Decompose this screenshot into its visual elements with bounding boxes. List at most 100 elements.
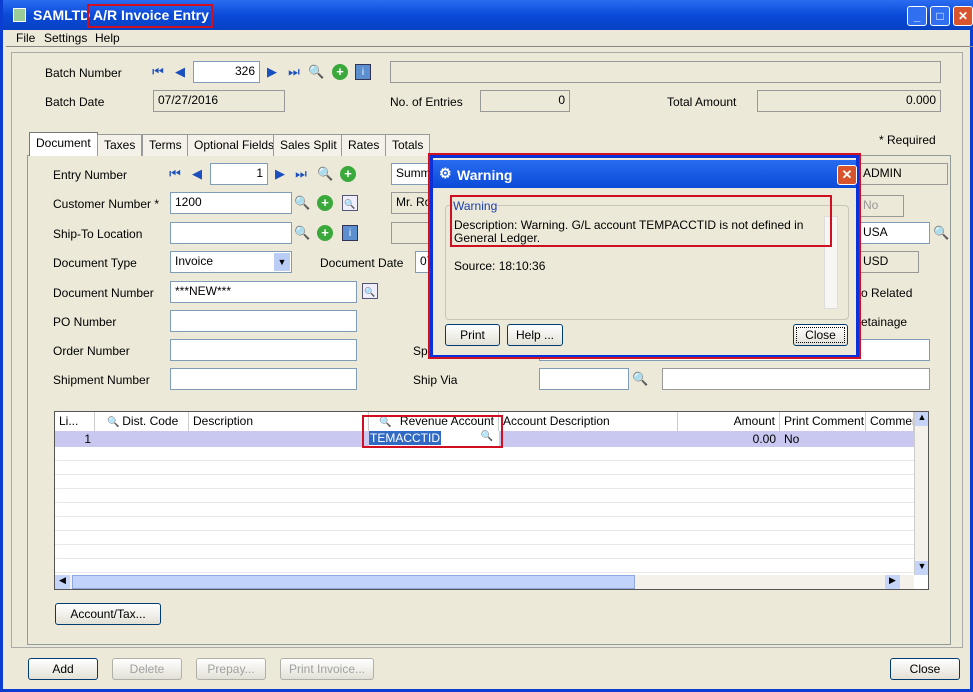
add-icon[interactable]: + <box>317 195 333 211</box>
maximize-button[interactable]: □ <box>930 6 950 26</box>
po-number-input[interactable] <box>170 310 357 332</box>
retainage-label[interactable]: etainage <box>861 315 907 329</box>
tab-document[interactable]: Document <box>29 132 98 156</box>
country-field[interactable]: USA <box>858 222 930 244</box>
close-button[interactable]: Close <box>890 658 960 680</box>
col-description[interactable]: Description <box>189 412 369 431</box>
total-amount-label: Total Amount <box>667 95 737 109</box>
title-bar: SAMLTD - A/R Invoice Entry _ □ ✕ <box>3 0 973 30</box>
col-amount[interactable]: Amount <box>678 412 780 431</box>
batch-number-input[interactable]: 326 <box>193 61 260 83</box>
last-icon[interactable]: ⏭ <box>286 64 302 80</box>
ship-to-input[interactable] <box>170 222 292 244</box>
batch-date-field: 07/27/2016 <box>153 90 285 112</box>
close-window-button[interactable]: ✕ <box>953 6 973 26</box>
tab-rates[interactable]: Rates <box>341 134 387 156</box>
order-number-input[interactable] <box>170 339 357 361</box>
first-icon[interactable]: ⏮ <box>167 166 183 182</box>
next-icon[interactable]: ▶ <box>272 166 288 182</box>
col-dist-code-label: Dist. Code <box>122 414 179 428</box>
shipment-number-input[interactable] <box>170 368 357 390</box>
customer-number-input[interactable]: 1200 <box>170 192 292 214</box>
tab-sales-split[interactable]: Sales Split <box>273 134 344 156</box>
tab-taxes[interactable]: Taxes <box>97 134 143 156</box>
col-line[interactable]: Li... <box>55 412 95 431</box>
add-icon[interactable]: + <box>317 225 333 241</box>
search-icon[interactable]: 🔍 <box>317 166 333 182</box>
search-icon[interactable]: 🔍 <box>632 371 648 387</box>
account-tax-button[interactable]: Account/Tax... <box>55 603 161 625</box>
shipment-number-label: Shipment Number <box>53 373 150 387</box>
details-icon[interactable]: i <box>355 64 371 80</box>
tab-optional-fields[interactable]: Optional Fields <box>187 134 282 156</box>
search-icon[interactable]: 🔍 <box>294 195 310 211</box>
entries-field: 0 <box>480 90 570 112</box>
details-icon[interactable]: i <box>342 225 358 241</box>
app-icon <box>13 8 26 22</box>
document-number-input[interactable]: ***NEW*** <box>170 281 357 303</box>
tab-totals[interactable]: Totals <box>385 134 431 156</box>
last-icon[interactable]: ⏭ <box>293 166 309 182</box>
search-icon: 🔍 <box>107 417 123 428</box>
document-date-label: Document Date <box>320 256 404 270</box>
menu-help[interactable]: Help <box>95 31 120 45</box>
scroll-up-icon[interactable]: ▲ <box>915 412 928 426</box>
search-icon[interactable]: 🔍 <box>294 225 310 241</box>
po-number-label: PO Number <box>53 315 117 329</box>
document-type-value: Invoice <box>175 254 214 268</box>
col-dist-code[interactable]: 🔍 Dist. Code <box>95 412 189 431</box>
zoom-icon[interactable]: 🔍 <box>342 195 358 211</box>
document-number-label: Document Number <box>53 286 154 300</box>
menu-settings[interactable]: Settings <box>44 31 87 45</box>
add-icon[interactable]: + <box>340 166 356 182</box>
menu-bar: File Settings Help <box>6 30 973 47</box>
vertical-scrollbar[interactable]: ▲ ▼ <box>914 412 928 575</box>
minimize-button[interactable]: _ <box>907 6 927 26</box>
order-number-label: Order Number <box>53 344 130 358</box>
batch-date-label: Batch Date <box>45 95 105 109</box>
entry-number-input[interactable]: 1 <box>210 163 268 185</box>
prepay-button[interactable]: Prepay... <box>196 658 266 680</box>
cell-print-comment: No <box>784 432 800 446</box>
required-note: * Required <box>879 133 936 147</box>
ship-via-label: Ship Via <box>413 373 458 387</box>
col-print-comment[interactable]: Print Comment <box>780 412 866 431</box>
scroll-right-icon[interactable]: ▶ <box>885 575 900 589</box>
ship-to-label: Ship-To Location <box>53 227 143 241</box>
total-amount-field: 0.000 <box>757 90 941 112</box>
print-invoice-button[interactable]: Print Invoice... <box>280 658 374 680</box>
scroll-thumb[interactable] <box>72 575 635 589</box>
chevron-down-icon[interactable]: ▼ <box>274 253 290 271</box>
add-button[interactable]: Add <box>28 658 98 680</box>
ship-via-description <box>662 368 930 390</box>
scroll-down-icon[interactable]: ▼ <box>915 561 928 575</box>
horizontal-scrollbar[interactable]: ◀ ▶ <box>55 575 914 589</box>
empty-rows <box>55 447 914 575</box>
scroll-left-icon[interactable]: ◀ <box>55 575 70 589</box>
col-comment[interactable]: Commer <box>866 412 914 431</box>
on-hold-field: No <box>858 195 904 217</box>
search-icon[interactable]: 🔍 <box>933 225 949 241</box>
customer-number-label: Customer Number * <box>53 197 160 211</box>
previous-icon[interactable]: ◀ <box>172 64 188 80</box>
previous-icon[interactable]: ◀ <box>189 166 205 182</box>
document-type-label: Document Type <box>53 256 137 270</box>
zoom-icon[interactable]: 🔍 <box>362 283 378 299</box>
add-icon[interactable]: + <box>332 64 348 80</box>
job-related-label[interactable]: o Related <box>861 286 912 300</box>
batch-number-label: Batch Number <box>45 66 122 80</box>
col-account-description[interactable]: Account Description <box>499 412 678 431</box>
document-type-select[interactable]: Invoice ▼ <box>170 251 292 273</box>
first-icon[interactable]: ⏮ <box>150 64 166 80</box>
delete-button[interactable]: Delete <box>112 658 182 680</box>
batch-description-field <box>390 61 941 83</box>
cell-line: 1 <box>84 432 91 446</box>
menu-file[interactable]: File <box>16 31 35 45</box>
next-icon[interactable]: ▶ <box>264 64 280 80</box>
entries-label: No. of Entries <box>390 95 463 109</box>
search-icon[interactable]: 🔍 <box>308 64 324 80</box>
currency-field: USD <box>858 251 919 273</box>
ship-via-input[interactable] <box>539 368 629 390</box>
highlight-revenue-account <box>362 415 503 448</box>
tab-terms[interactable]: Terms <box>142 134 189 156</box>
